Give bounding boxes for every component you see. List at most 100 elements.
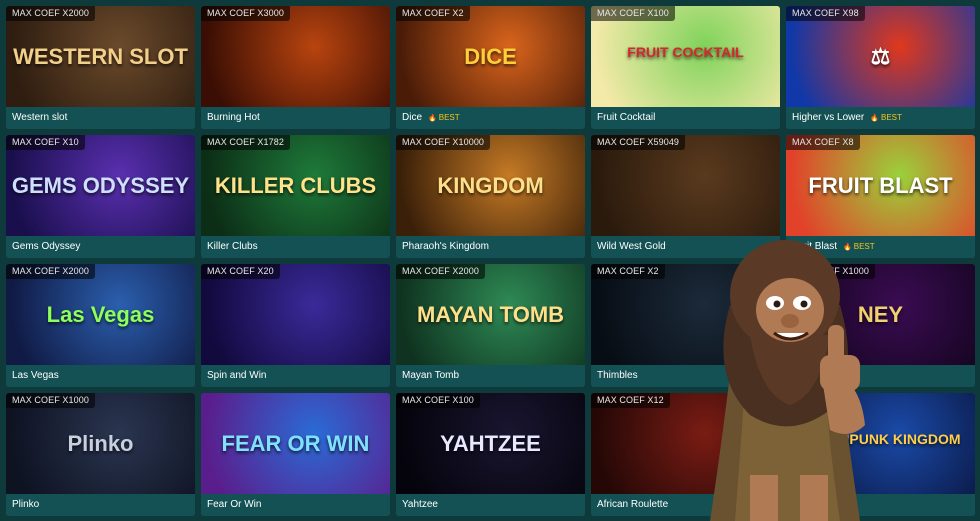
game-name: African Roulette xyxy=(597,499,669,510)
game-tile[interactable]: GEMS ODYSSEY MAX COEF X10 Gems Odyssey xyxy=(6,135,195,258)
game-caption[interactable]: Fruit Cocktail xyxy=(591,107,780,129)
game-thumbnail[interactable] xyxy=(6,393,195,494)
game-caption[interactable]: Las Vegas xyxy=(6,365,195,387)
game-name: Las Vegas xyxy=(12,370,59,381)
max-coef-label: MAX COEF X10 xyxy=(6,135,85,150)
game-thumbnail[interactable] xyxy=(786,6,975,107)
game-caption[interactable]: Plinko xyxy=(6,494,195,516)
game-thumbnail[interactable] xyxy=(396,264,585,365)
game-thumbnail[interactable] xyxy=(591,264,780,365)
game-tile[interactable]: MAX COEF X59049 Wild West Gold xyxy=(591,135,780,258)
game-tile[interactable]: Plinko MAX COEF X1000 Plinko xyxy=(6,393,195,516)
max-coef-label: 180 xyxy=(786,393,814,408)
max-coef-label: MAX COEF X12 xyxy=(591,393,670,408)
game-tile[interactable]: NEY MAX COEF X1000 Money xyxy=(786,264,975,387)
game-thumbnail[interactable] xyxy=(786,135,975,236)
max-coef-label: MAX COEF X3000 xyxy=(201,6,290,21)
game-caption[interactable]: Pharaoh's Kingdom xyxy=(396,236,585,258)
game-name: Burning Hot xyxy=(207,112,260,123)
game-thumbnail[interactable] xyxy=(591,135,780,236)
game-name: Wild West Gold xyxy=(597,241,666,252)
game-thumbnail[interactable] xyxy=(591,6,780,107)
max-coef-label: MAX COEF X20 xyxy=(201,264,280,279)
game-name: Dice xyxy=(402,112,423,123)
game-caption[interactable]: Yahtzee xyxy=(396,494,585,516)
game-name: Fruit Blast xyxy=(792,241,838,252)
game-caption[interactable]: Fear Or Win xyxy=(201,494,390,516)
max-coef-label: MAX COEF X1782 xyxy=(201,135,290,150)
best-badge: BEST xyxy=(428,113,460,122)
game-name: Higher vs Lower xyxy=(792,112,865,123)
game-thumbnail[interactable] xyxy=(591,393,780,494)
game-caption[interactable]: Western slot xyxy=(6,107,195,129)
game-tile[interactable]: KILLER CLUBS MAX COEF X1782 Killer Clubs xyxy=(201,135,390,258)
game-caption[interactable]: Higher vs Lower BEST xyxy=(786,107,975,129)
game-caption[interactable]: Fruit Blast BEST xyxy=(786,236,975,258)
game-caption[interactable]: Gems Odyssey xyxy=(6,236,195,258)
game-tile[interactable]: YAHTZEE MAX COEF X100 Yahtzee xyxy=(396,393,585,516)
game-caption[interactable]: nk Kingdom xyxy=(786,494,975,516)
game-thumbnail[interactable] xyxy=(201,393,390,494)
game-tile[interactable]: Las Vegas MAX COEF X2000 Las Vegas xyxy=(6,264,195,387)
game-thumbnail[interactable] xyxy=(396,135,585,236)
max-coef-label: MAX COEF X2 xyxy=(591,264,665,279)
game-caption[interactable]: Thimbles xyxy=(591,365,780,387)
game-caption[interactable]: Spin and Win xyxy=(201,365,390,387)
games-grid: WESTERN SLOT MAX COEF X2000 Western slot MA… xyxy=(6,6,975,516)
game-name: Gems Odyssey xyxy=(12,241,81,252)
game-tile[interactable]: ⚖MAX COEF X98Higher vs LowerBEST xyxy=(786,6,975,129)
game-tile[interactable]: FRUIT COCKTAIL MAX COEF X100 Fruit Cocktai… xyxy=(591,6,780,129)
game-name: Spin and Win xyxy=(207,370,267,381)
game-tile[interactable]: KINGDOM MAX COEF X10000 Pharaoh's Kingdom xyxy=(396,135,585,258)
game-thumbnail[interactable] xyxy=(6,6,195,107)
game-tile[interactable]: MAX COEF X12 African Roulette xyxy=(591,393,780,516)
best-badge: BEST xyxy=(843,242,875,251)
game-tile[interactable]: WESTERN SLOT MAX COEF X2000 Western slot xyxy=(6,6,195,129)
max-coef-label: MAX COEF X8 xyxy=(786,135,860,150)
game-thumbnail[interactable] xyxy=(786,393,975,494)
game-tile[interactable]: DICEMAX COEF X2DiceBEST xyxy=(396,6,585,129)
game-caption[interactable]: Mayan Tomb xyxy=(396,365,585,387)
game-caption[interactable]: African Roulette xyxy=(591,494,780,516)
game-caption[interactable]: Money xyxy=(786,365,975,387)
game-name: Fear Or Win xyxy=(207,499,262,510)
game-name: Pharaoh's Kingdom xyxy=(402,241,489,252)
game-name: Killer Clubs xyxy=(207,241,258,252)
game-tile[interactable]: MAX COEF X2 Thimbles xyxy=(591,264,780,387)
game-thumbnail[interactable] xyxy=(396,393,585,494)
game-tile[interactable]: STEAMPUNK KINGDOM 180 nk Kingdom xyxy=(786,393,975,516)
game-thumbnail[interactable] xyxy=(201,135,390,236)
max-coef-label: MAX COEF X1000 xyxy=(6,393,95,408)
game-tile[interactable]: MAX COEF X20 Spin and Win xyxy=(201,264,390,387)
max-coef-label: MAX COEF X59049 xyxy=(591,135,686,150)
game-caption[interactable]: Wild West Gold xyxy=(591,236,780,258)
game-caption[interactable]: Burning Hot xyxy=(201,107,390,129)
max-coef-label: MAX COEF X100 xyxy=(396,393,480,408)
game-name: Fruit Cocktail xyxy=(597,112,656,123)
game-tile[interactable]: MAX COEF X3000 Burning Hot xyxy=(201,6,390,129)
game-thumbnail[interactable] xyxy=(6,264,195,365)
game-caption[interactable]: Dice BEST xyxy=(396,107,585,129)
max-coef-label: MAX COEF X1000 xyxy=(786,264,875,279)
game-name: Thimbles xyxy=(597,370,638,381)
max-coef-label: MAX COEF X2 xyxy=(396,6,470,21)
game-thumbnail[interactable] xyxy=(786,264,975,365)
game-caption[interactable]: Killer Clubs xyxy=(201,236,390,258)
game-name: Yahtzee xyxy=(402,499,438,510)
game-name: Western slot xyxy=(12,112,68,123)
game-name: nk Kingdom xyxy=(792,499,845,510)
game-thumbnail[interactable] xyxy=(396,6,585,107)
game-tile[interactable]: MAYAN TOMB MAX COEF X2000 Mayan Tomb xyxy=(396,264,585,387)
max-coef-label: MAX COEF X2000 xyxy=(6,264,95,279)
game-tile[interactable]: FRUIT BLASTMAX COEF X8Fruit BlastBEST xyxy=(786,135,975,258)
game-name: Money xyxy=(792,370,823,381)
best-badge: BEST xyxy=(870,113,902,122)
game-thumbnail[interactable] xyxy=(6,135,195,236)
max-coef-label: MAX COEF X100 xyxy=(591,6,675,21)
game-thumbnail[interactable] xyxy=(201,264,390,365)
game-name: Plinko xyxy=(12,499,40,510)
game-tile[interactable]: FEAR OR WIN Fear Or Win xyxy=(201,393,390,516)
game-thumbnail[interactable] xyxy=(201,6,390,107)
max-coef-label: MAX COEF X2000 xyxy=(6,6,95,21)
max-coef-label: MAX COEF X2000 xyxy=(396,264,485,279)
